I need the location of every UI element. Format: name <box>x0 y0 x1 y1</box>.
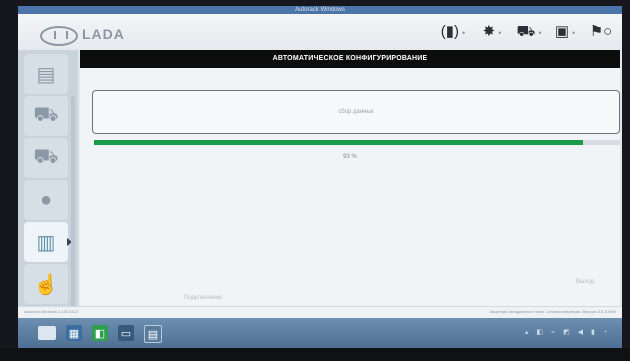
autorack-task-icon[interactable]: ▤ <box>144 325 162 343</box>
app-version: Autorack Windows 2.100.5112 <box>24 309 78 314</box>
taskbar: ▦ ◧ ▭ ▤ ▴ ◧ ⌁ ◩ ◀ ▮ ◔ <box>18 318 622 348</box>
monitor-bezel <box>0 348 630 361</box>
device-status-icon[interactable]: (▮) • <box>438 22 468 42</box>
window-icon[interactable]: ▭ <box>118 325 134 341</box>
system-tray[interactable]: ▴ ◧ ⌁ ◩ ◀ ▮ ◔ <box>525 328 610 336</box>
license-info: Лицензия Автодиагност плюс. Сетевая лице… <box>489 309 616 314</box>
brand-name: LADA <box>82 26 125 42</box>
touch-icon[interactable]: ☝ <box>24 264 68 304</box>
panel-title: АВТОМАТИЧЕСКОЕ КОНФИГУРИРОВАНИЕ <box>80 50 620 68</box>
progress-fill <box>94 140 584 145</box>
app-header: LADA (▮) • ✸ • ⛟ • ▣ • ⚑○ <box>18 14 622 50</box>
car-diagnostic-icon[interactable]: ⛟ <box>24 138 68 178</box>
window-titlebar: Autorack Windows <box>18 6 622 14</box>
connect-button[interactable]: Подключение <box>184 295 222 301</box>
monitor-frame: Autorack Windows LADA (▮) • ✸ • ⛟ • ▣ • ⚑○ ▤… <box>0 0 630 361</box>
car-list-icon[interactable]: ▤ <box>24 54 68 94</box>
gauge-icon[interactable]: ● <box>24 180 68 220</box>
run-icon[interactable]: ⚑○ <box>586 22 616 42</box>
message-icon[interactable]: ▣ • <box>554 22 576 42</box>
ecu-config-icon[interactable]: ▥ <box>24 222 72 262</box>
window-title: Autorack Windows <box>295 7 345 13</box>
start-button[interactable] <box>38 326 56 340</box>
sidebar: ▤ ⛟ ⛟ ● ▥ ☝ ✣ <box>18 50 78 327</box>
gear-icon[interactable]: ✸ • <box>480 22 504 42</box>
status-text: сбор данных <box>338 109 374 115</box>
app-icon[interactable]: ◧ <box>92 325 108 341</box>
screen: Autorack Windows LADA (▮) • ✸ • ⛟ • ▣ • ⚑○ ▤… <box>18 6 622 348</box>
explorer-icon[interactable]: ▦ <box>66 325 82 341</box>
car-connection-icon[interactable]: ⛟ • <box>516 22 542 42</box>
sidebar-scrollbar[interactable] <box>71 96 75 326</box>
progress-bar <box>94 140 620 145</box>
exit-button[interactable]: Выход <box>576 279 594 285</box>
progress-label: 93 % <box>343 154 357 160</box>
main-panel: АВТОМАТИЧЕСКОЕ КОНФИГУРИРОВАНИЕ сбор дан… <box>80 50 620 326</box>
car-add-icon[interactable]: ⛟ <box>24 96 68 136</box>
status-box: сбор данных <box>92 90 620 134</box>
lada-logo <box>40 26 78 46</box>
